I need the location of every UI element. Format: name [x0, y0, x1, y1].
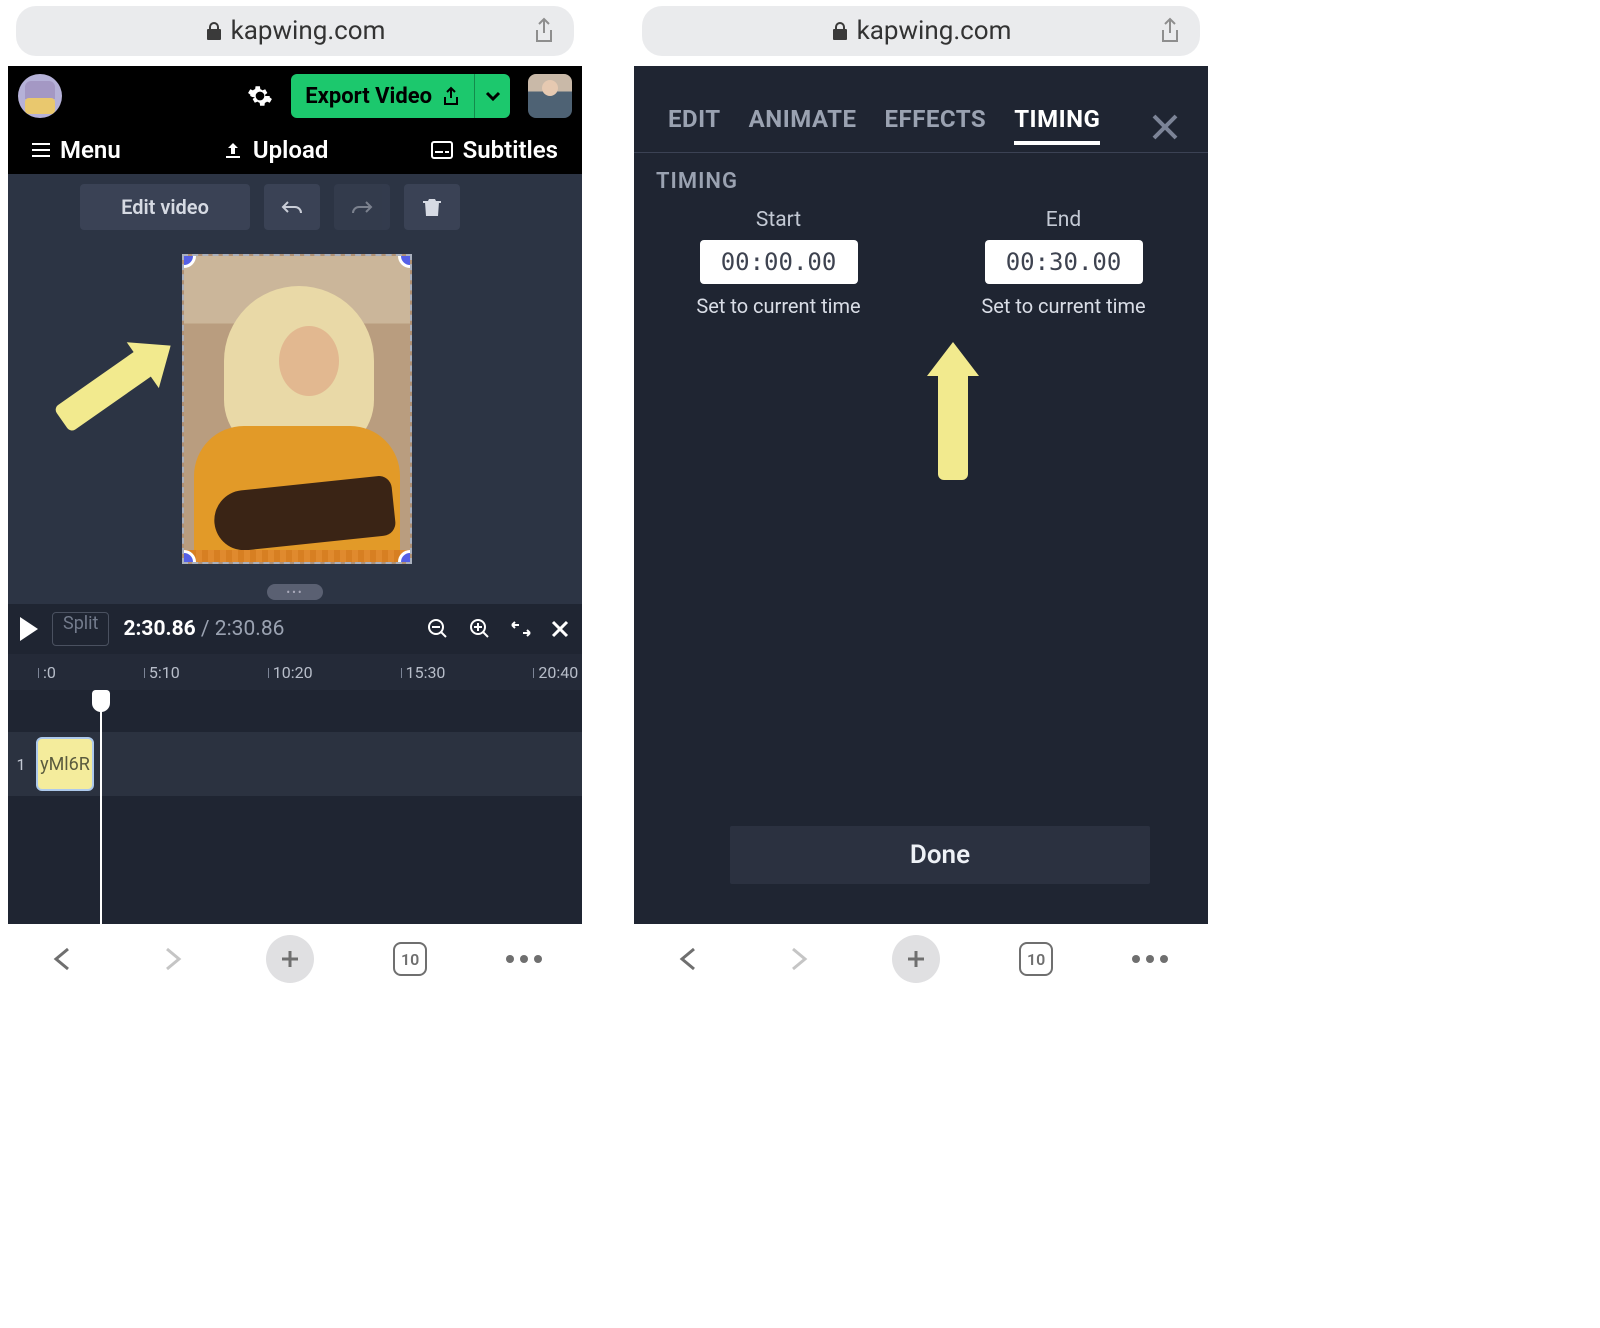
start-set-current-link[interactable]: Set to current time — [696, 294, 860, 318]
start-time-input[interactable]: 00:00.00 — [700, 240, 858, 284]
timeline-ruler[interactable]: :0 5:10 10:20 15:30 20:40 — [8, 654, 582, 690]
address-domain: kapwing.com — [857, 16, 1012, 46]
gear-icon[interactable] — [247, 83, 273, 109]
upload-label: Upload — [253, 136, 328, 164]
browser-forward-button — [783, 945, 813, 973]
address-domain: kapwing.com — [231, 16, 386, 46]
export-label: Export Video — [305, 84, 432, 109]
new-tab-button[interactable] — [266, 935, 314, 983]
trash-icon — [423, 197, 441, 217]
menu-button[interactable]: Menu — [32, 136, 121, 164]
track-number: 1 — [8, 755, 34, 774]
tabs-button[interactable]: 10 — [393, 942, 427, 976]
redo-button[interactable] — [334, 184, 390, 230]
browser-menu-button[interactable] — [1132, 955, 1168, 963]
section-title: TIMING — [634, 169, 1208, 194]
export-button[interactable]: Export Video — [291, 74, 474, 118]
lock-icon — [831, 21, 849, 41]
edit-video-button[interactable]: Edit video — [80, 184, 250, 230]
subtitles-label: Subtitles — [463, 136, 558, 164]
ruler-tick: :0 — [38, 663, 56, 682]
tabs-button[interactable]: 10 — [1019, 942, 1053, 976]
split-label: Split — [63, 613, 98, 634]
annotation-arrow — [53, 345, 160, 433]
ruler-tick: 20:40 — [533, 663, 578, 682]
share-icon[interactable] — [1158, 17, 1182, 45]
tab-edit[interactable]: EDIT — [668, 105, 721, 145]
browser-menu-button[interactable] — [506, 955, 542, 963]
address-bar[interactable]: kapwing.com — [16, 6, 574, 56]
user-avatar[interactable] — [528, 74, 572, 118]
annotation-arrow — [938, 370, 968, 480]
undo-icon — [281, 199, 303, 215]
tab-animate[interactable]: ANIMATE — [749, 105, 857, 145]
tab-count: 10 — [1027, 950, 1045, 969]
export-dropdown[interactable] — [474, 74, 510, 118]
start-time-value: 00:00.00 — [721, 248, 837, 276]
zoom-out-icon[interactable] — [426, 617, 450, 641]
export-icon — [442, 86, 460, 106]
lock-icon — [205, 21, 223, 41]
split-button[interactable]: Split — [52, 612, 109, 646]
upload-button[interactable]: Upload — [223, 136, 328, 164]
subtitles-button[interactable]: Subtitles — [431, 136, 558, 164]
project-avatar[interactable] — [18, 74, 62, 118]
timecode: 2:30.86 / 2:30.86 — [123, 617, 284, 641]
video-thumbnail — [184, 256, 410, 562]
browser-forward-button — [157, 945, 187, 973]
close-timeline-icon[interactable] — [550, 617, 570, 641]
done-button[interactable]: Done — [730, 826, 1150, 884]
duration: 2:30.86 — [215, 617, 285, 641]
play-button[interactable] — [20, 617, 38, 641]
chevron-down-icon — [485, 91, 501, 101]
track-row[interactable]: 1 yMl6R — [8, 732, 582, 796]
video-clip[interactable]: ↻ — [182, 254, 412, 564]
delete-button[interactable] — [404, 184, 460, 230]
browser-back-button[interactable] — [674, 945, 704, 973]
tab-timing[interactable]: TIMING — [1014, 105, 1100, 145]
share-icon[interactable] — [532, 17, 556, 45]
browser-back-button[interactable] — [48, 945, 78, 973]
fit-icon[interactable] — [510, 617, 532, 641]
ruler-tick: 10:20 — [268, 663, 313, 682]
subtitles-icon — [431, 141, 453, 159]
end-label: End — [1046, 208, 1081, 232]
upload-icon — [223, 140, 243, 160]
current-time: 2:30.86 — [123, 617, 195, 641]
playhead[interactable] — [100, 690, 102, 924]
tab-effects[interactable]: EFFECTS — [885, 105, 987, 145]
undo-button[interactable] — [264, 184, 320, 230]
panel-drag-handle[interactable]: ••• — [267, 584, 323, 600]
edit-video-label: Edit video — [121, 195, 209, 219]
zoom-in-icon[interactable] — [468, 617, 492, 641]
address-bar[interactable]: kapwing.com — [642, 6, 1200, 56]
tab-count: 10 — [401, 950, 419, 969]
done-label: Done — [910, 840, 970, 870]
clip-label: yMl6R — [40, 754, 90, 775]
end-time-value: 00:30.00 — [1006, 248, 1122, 276]
start-label: Start — [756, 208, 801, 232]
ruler-tick: 5:10 — [144, 663, 180, 682]
divider — [634, 152, 1208, 153]
timeline-clip[interactable]: yMl6R — [36, 737, 94, 791]
menu-label: Menu — [60, 136, 121, 164]
end-set-current-link[interactable]: Set to current time — [981, 294, 1145, 318]
hamburger-icon — [32, 143, 50, 157]
new-tab-button[interactable] — [892, 935, 940, 983]
close-panel-button[interactable] — [1150, 104, 1180, 146]
end-time-input[interactable]: 00:30.00 — [985, 240, 1143, 284]
redo-icon — [351, 199, 373, 215]
ruler-tick: 15:30 — [401, 663, 446, 682]
